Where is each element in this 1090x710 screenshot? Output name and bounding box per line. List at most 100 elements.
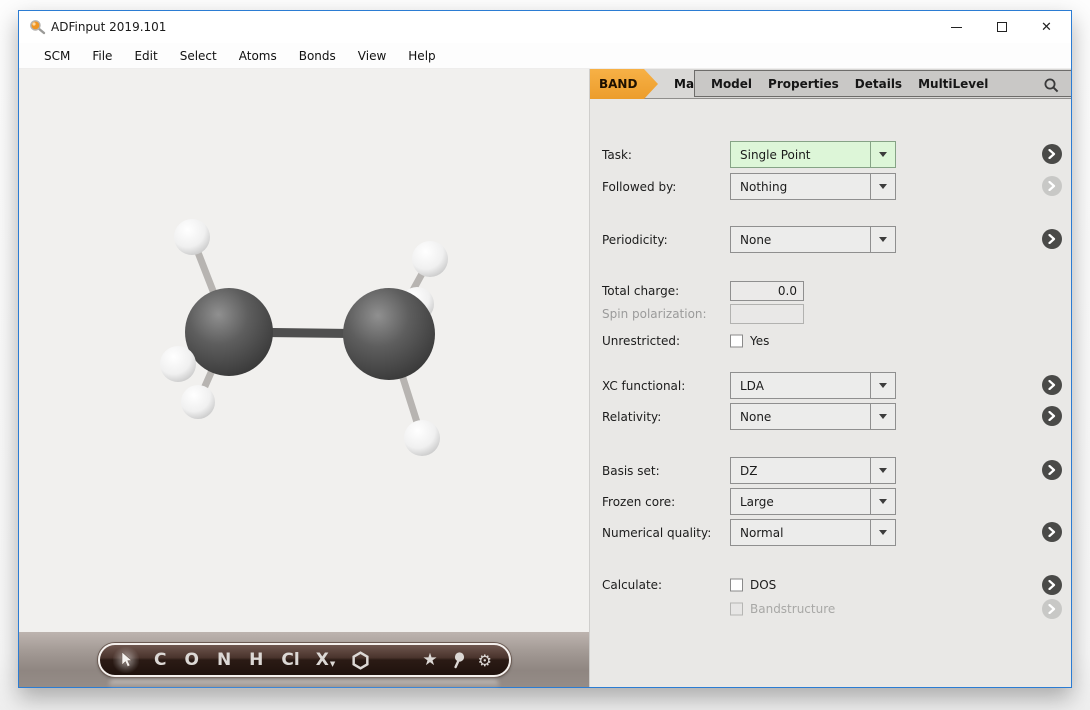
element-x-button[interactable]: X ▼ <box>316 650 336 670</box>
relativity-label: Relativity: <box>602 410 661 424</box>
tab-properties[interactable]: Properties <box>760 77 847 91</box>
gear-tool-button[interactable]: ⚙ <box>478 651 492 670</box>
periodicity-detail-button[interactable] <box>1042 229 1062 249</box>
atom-h[interactable] <box>160 346 196 382</box>
total-charge-label: Total charge: <box>602 284 679 298</box>
unrestricted-checkbox[interactable] <box>730 335 743 348</box>
minimize-button[interactable] <box>934 11 979 43</box>
followed-by-row: Followed by: Nothing <box>590 173 1071 200</box>
ring-tool-button[interactable] <box>351 651 370 670</box>
periodicity-label: Periodicity: <box>602 233 668 247</box>
dropdown-arrow-icon[interactable] <box>870 227 895 252</box>
element-dropdown-icon: ▼ <box>330 660 335 670</box>
numerical-quality-dropdown[interactable]: Normal <box>730 519 896 546</box>
unrestricted-checkbox-label[interactable]: Yes <box>750 334 769 348</box>
dos-detail-button[interactable] <box>1042 575 1062 595</box>
engine-tab-band[interactable]: BAND <box>590 69 658 99</box>
periodicity-dropdown[interactable]: None <box>730 226 896 253</box>
tab-multilevel[interactable]: MultiLevel <box>910 77 996 91</box>
maximize-button[interactable] <box>979 11 1024 43</box>
basis-set-detail-button[interactable] <box>1042 460 1062 480</box>
followed-by-detail-button <box>1042 176 1062 196</box>
calculate-bandstructure-row: Bandstructure <box>590 599 1071 619</box>
pointer-icon <box>118 651 134 669</box>
frozen-core-label: Frozen core: <box>602 495 675 509</box>
toolbar-reflection <box>109 679 499 689</box>
molecule-group <box>160 219 448 456</box>
toolbar-strip: C O N H Cl X ▼ ★ <box>19 632 589 687</box>
molecule-svg <box>19 69 589 632</box>
bandstructure-detail-button <box>1042 599 1062 619</box>
dropdown-arrow-icon[interactable] <box>870 520 895 545</box>
atom-h[interactable] <box>412 241 448 277</box>
star-tool-button[interactable]: ★ <box>422 650 437 670</box>
frozen-core-dropdown[interactable]: Large <box>730 488 896 515</box>
close-button[interactable]: ✕ <box>1024 11 1069 43</box>
task-label: Task: <box>602 148 632 162</box>
xc-functional-dropdown[interactable]: LDA <box>730 372 896 399</box>
basis-set-dropdown[interactable]: DZ <box>730 457 896 484</box>
dropdown-arrow-icon[interactable] <box>870 489 895 514</box>
dos-checkbox[interactable] <box>730 579 743 592</box>
total-charge-input[interactable]: 0.0 <box>730 281 804 301</box>
element-c-button[interactable]: C <box>154 650 166 670</box>
tab-details[interactable]: Details <box>847 77 910 91</box>
minimize-icon <box>951 27 962 28</box>
app-icon <box>29 19 46 36</box>
numerical-quality-label: Numerical quality: <box>602 526 711 540</box>
title-bar[interactable]: ADFinput 2019.101 ✕ <box>19 11 1071 43</box>
menu-atoms[interactable]: Atoms <box>228 49 288 63</box>
atom-c[interactable] <box>343 288 435 380</box>
menu-help[interactable]: Help <box>397 49 446 63</box>
atom-h[interactable] <box>181 385 215 419</box>
search-button[interactable] <box>1040 74 1062 96</box>
menu-view[interactable]: View <box>347 49 397 63</box>
periodicity-row: Periodicity: None <box>590 226 1071 253</box>
bandstructure-checkbox-label: Bandstructure <box>750 602 835 616</box>
tab-group: Model Properties Details MultiLevel <box>694 70 1071 97</box>
dos-checkbox-label[interactable]: DOS <box>750 578 776 592</box>
relativity-detail-button[interactable] <box>1042 406 1062 426</box>
pin-tool-button[interactable] <box>450 651 466 669</box>
xc-functional-detail-button[interactable] <box>1042 375 1062 395</box>
element-n-button[interactable]: N <box>217 650 231 670</box>
maximize-icon <box>997 22 1007 32</box>
followed-by-dropdown[interactable]: Nothing <box>730 173 896 200</box>
element-toolbar: C O N H Cl X ▼ ★ <box>98 643 511 677</box>
ring-icon <box>351 651 370 670</box>
element-h-button[interactable]: H <box>249 650 263 670</box>
bandstructure-checkbox <box>730 603 743 616</box>
task-dropdown[interactable]: Single Point <box>730 141 896 168</box>
atom-h[interactable] <box>174 219 210 255</box>
tab-model[interactable]: Model <box>703 77 760 91</box>
window-title: ADFinput 2019.101 <box>51 20 166 34</box>
relativity-dropdown[interactable]: None <box>730 403 896 430</box>
pin-icon <box>450 651 466 669</box>
task-detail-button[interactable] <box>1042 144 1062 164</box>
dropdown-arrow-icon[interactable] <box>870 458 895 483</box>
numerical-quality-detail-button[interactable] <box>1042 522 1062 542</box>
menu-select[interactable]: Select <box>169 49 228 63</box>
xc-functional-label: XC functional: <box>602 379 685 393</box>
menu-scm[interactable]: SCM <box>33 49 81 63</box>
molecule-canvas[interactable] <box>19 69 589 632</box>
molecule-viewer: C O N H Cl X ▼ ★ <box>19 69 589 687</box>
dropdown-arrow-icon[interactable] <box>870 373 895 398</box>
search-icon <box>1043 77 1060 94</box>
menu-bonds[interactable]: Bonds <box>288 49 347 63</box>
pointer-tool-button[interactable] <box>113 647 139 673</box>
relativity-row: Relativity: None <box>590 403 1071 430</box>
menu-edit[interactable]: Edit <box>123 49 168 63</box>
atom-c[interactable] <box>185 288 273 376</box>
dropdown-arrow-icon[interactable] <box>870 404 895 429</box>
element-o-button[interactable]: O <box>184 650 198 670</box>
calculate-dos-row: Calculate: DOS <box>590 575 1071 595</box>
dropdown-arrow-icon[interactable] <box>870 174 895 199</box>
task-row: Task: Single Point <box>590 141 1071 168</box>
atom-h[interactable] <box>404 420 440 456</box>
app-window: ADFinput 2019.101 ✕ SCM File Edit Select… <box>18 10 1072 688</box>
dropdown-arrow-icon[interactable] <box>870 142 895 167</box>
element-cl-button[interactable]: Cl <box>281 650 299 670</box>
total-charge-row: Total charge: 0.0 <box>590 281 1071 301</box>
menu-file[interactable]: File <box>81 49 123 63</box>
